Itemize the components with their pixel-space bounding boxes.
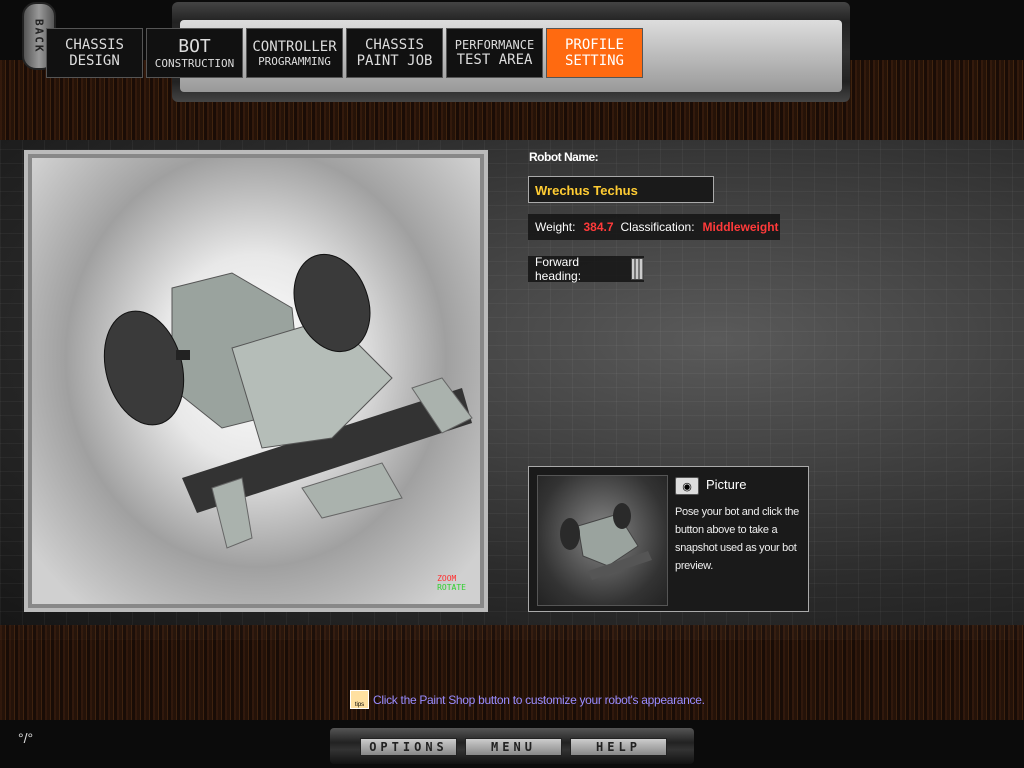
picture-title: Picture <box>706 477 747 492</box>
help-button[interactable]: HELP <box>570 738 667 756</box>
options-button[interactable]: OPTIONS <box>360 738 457 756</box>
robot-snapshot-thumbnail <box>537 475 668 606</box>
snapshot-image <box>560 503 652 580</box>
tab-label-line1: CONTROLLER <box>252 38 337 55</box>
corner-logo-icon: °/° <box>18 730 34 746</box>
tab-chassis-paint-job[interactable]: CHASSIS PAINT JOB <box>346 28 443 78</box>
tab-label-line2: PROGRAMMING <box>258 54 331 68</box>
tab-label-line2: SETTING <box>564 53 624 69</box>
tab-label-line1: CHASSIS <box>64 37 124 53</box>
viewport-canvas: ZOOM ROTATE <box>32 158 480 604</box>
tab-label-line1: CHASSIS <box>364 37 424 53</box>
tips-bar: tips Click the Paint Shop button to cust… <box>350 690 705 709</box>
zoom-rotate-hint: ZOOM ROTATE <box>437 574 466 592</box>
classification-label: Classification: <box>620 220 695 234</box>
tips-icon-label: tips <box>354 702 365 708</box>
tab-profile-setting[interactable]: PROFILE SETTING <box>546 28 643 78</box>
tab-label-line2: TEST AREA <box>456 52 533 68</box>
nav-tabs: CHASSIS DESIGN BOT CONSTRUCTION CONTROLL… <box>46 28 643 78</box>
camera-icon[interactable]: ◉ <box>675 477 699 495</box>
tab-label-line1: BOT <box>178 35 211 57</box>
tab-bot-construction[interactable]: BOT CONSTRUCTION <box>146 28 243 78</box>
tab-label-line1: PROFILE <box>564 37 624 53</box>
weight-value: 384.7 <box>583 220 614 234</box>
forward-heading-label: Forward heading: <box>535 255 582 283</box>
robot-model-image <box>103 253 473 549</box>
back-label: BACK <box>32 18 46 54</box>
tab-label-line2: PAINT JOB <box>356 53 433 69</box>
tips-text: Click the Paint Shop button to customize… <box>373 692 705 707</box>
zoom-label: ZOOM <box>437 574 457 583</box>
tab-performance-test-area[interactable]: PERFORMANCE TEST AREA <box>446 28 543 78</box>
picture-panel: ◉ Picture Pose your bot and click the bu… <box>528 466 809 612</box>
weight-label: Weight: <box>535 220 576 234</box>
classification-value: Middleweight <box>702 220 779 234</box>
menu-button[interactable]: MENU <box>465 738 562 756</box>
tab-chassis-design[interactable]: CHASSIS DESIGN <box>46 28 143 78</box>
weight-classification-panel: Weight: 384.7 Classification: Middleweig… <box>528 214 780 240</box>
tab-controller-programming[interactable]: CONTROLLER PROGRAMMING <box>246 28 343 78</box>
rotate-label: ROTATE <box>437 583 466 592</box>
tab-label-line1: PERFORMANCE <box>454 38 535 52</box>
tab-label-line2: CONSTRUCTION <box>154 56 235 70</box>
bottom-menu-bar: OPTIONS MENU HELP <box>330 728 694 764</box>
robot-name-label: Robot Name: <box>529 150 599 164</box>
tips-icon: tips <box>350 690 369 709</box>
forward-heading-knob[interactable] <box>630 258 644 280</box>
tab-label-line2: DESIGN <box>69 53 120 69</box>
robot-name-input[interactable]: Wrechus Techus <box>528 176 714 203</box>
picture-instructions: Pose your bot and click the button above… <box>675 506 799 572</box>
forward-heading-panel: Forward heading: <box>528 255 644 283</box>
robot-3d-viewport[interactable]: ZOOM ROTATE <box>24 150 488 612</box>
